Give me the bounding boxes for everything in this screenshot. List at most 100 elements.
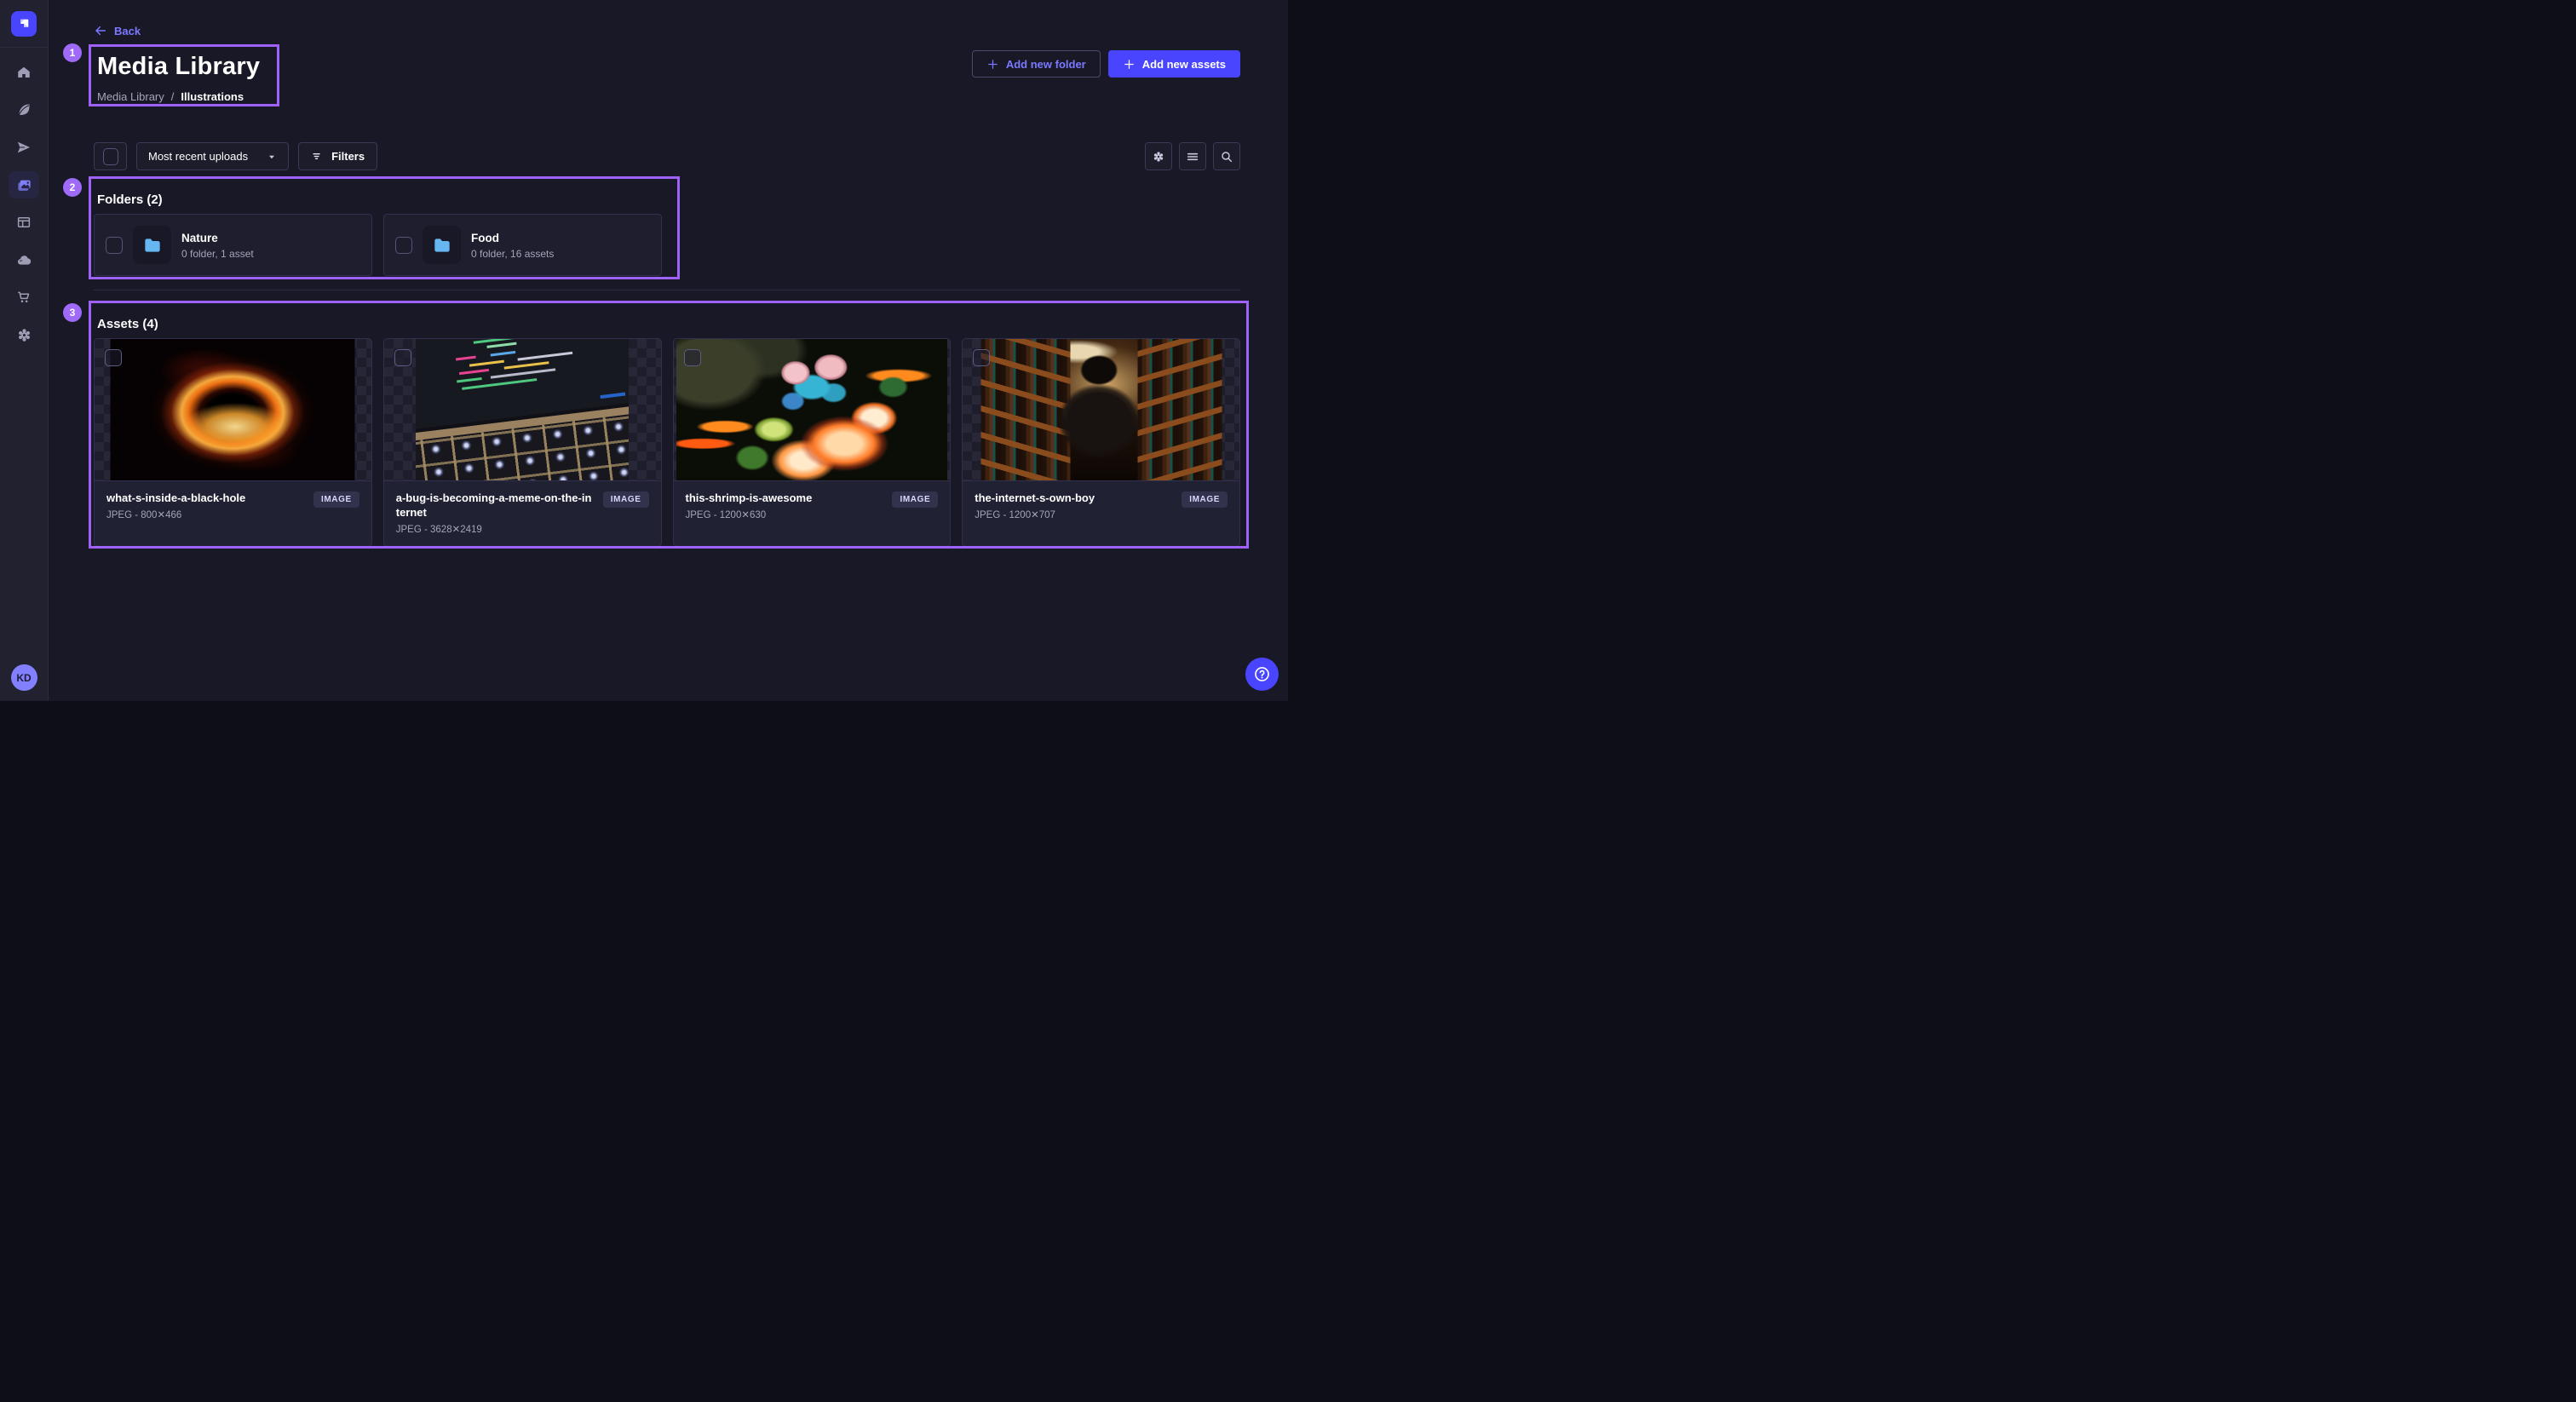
gear-icon — [16, 327, 32, 343]
folder-card-food[interactable]: Food 0 folder, 16 assets — [383, 214, 662, 276]
folder-meta: 0 folder, 1 asset — [181, 248, 254, 260]
asset-checkbox[interactable] — [105, 349, 122, 366]
list-view-button[interactable] — [1179, 142, 1206, 170]
help-question-icon — [1253, 665, 1271, 683]
gear-icon — [1152, 150, 1165, 164]
asset-type-badge: IMAGE — [1182, 491, 1228, 508]
filters-button[interactable]: Filters — [298, 142, 377, 170]
asset-thumbnail-area — [95, 339, 371, 481]
add-new-assets-label: Add new assets — [1142, 58, 1226, 71]
folders-heading: Folders (2) — [97, 192, 1240, 207]
breadcrumb-separator: / — [171, 90, 175, 103]
help-button[interactable] — [1245, 658, 1279, 691]
sidebar-item-content-manager[interactable] — [9, 96, 39, 124]
asset-footer: this-shrimp-is-awesome JPEG - 1200✕630 I… — [674, 481, 951, 546]
add-new-assets-button[interactable]: Add new assets — [1108, 50, 1240, 78]
media-library-icon — [16, 177, 32, 193]
asset-footer: the-internet-s-own-boy JPEG - 1200✕707 I… — [963, 481, 1239, 546]
strapi-logo-icon — [16, 16, 32, 32]
folder-checkbox[interactable] — [395, 237, 412, 254]
asset-title: this-shrimp-is-awesome — [686, 491, 884, 505]
folder-checkbox[interactable] — [106, 237, 123, 254]
mantis-shrimp-photo — [676, 339, 947, 480]
asset-thumbnail-area — [963, 339, 1239, 481]
asset-card-black-hole[interactable]: what-s-inside-a-black-hole JPEG - 800✕46… — [94, 338, 372, 547]
asset-title: what-s-inside-a-black-hole — [106, 491, 305, 505]
asset-type-badge: IMAGE — [313, 491, 359, 508]
assets-grid: what-s-inside-a-black-hole JPEG - 800✕46… — [94, 338, 1240, 547]
asset-type-badge: IMAGE — [603, 491, 649, 508]
select-all-button[interactable] — [94, 142, 127, 170]
asset-card-internets-own-boy[interactable]: the-internet-s-own-boy JPEG - 1200✕707 I… — [962, 338, 1240, 547]
sidebar-item-releases[interactable] — [9, 134, 39, 161]
filters-label: Filters — [331, 150, 365, 163]
workspace-logo-wrap — [0, 0, 48, 48]
folders-section: Folders (2) Nature 0 folder, 1 asset Foo… — [94, 192, 1240, 276]
home-icon — [16, 65, 32, 80]
folder-meta: 0 folder, 16 assets — [471, 248, 554, 260]
breadcrumb: Media Library / Illustrations — [97, 89, 1240, 103]
asset-card-bug-meme[interactable]: a-bug-is-becoming-a-meme-on-the-internet… — [383, 338, 662, 547]
folders-grid: Nature 0 folder, 1 asset Food 0 folder, … — [94, 214, 1240, 276]
asset-meta: JPEG - 1200✕707 — [975, 509, 1173, 520]
back-link[interactable]: Back — [94, 23, 141, 38]
cart-icon — [16, 290, 32, 305]
library-person-art — [980, 339, 1222, 480]
assets-section: Assets (4) what-s-inside-a-black-hole JP… — [94, 317, 1240, 547]
user-avatar[interactable]: KD — [11, 664, 37, 691]
header-actions: Add new folder Add new assets — [972, 50, 1240, 78]
folder-icon-box — [133, 226, 171, 264]
sort-value: Most recent uploads — [148, 150, 248, 163]
search-icon — [1220, 150, 1233, 164]
black-hole-photo — [111, 339, 355, 480]
asset-type-badge: IMAGE — [892, 491, 938, 508]
sidebar-item-home[interactable] — [9, 59, 39, 86]
asset-meta: JPEG - 3628✕2419 — [396, 523, 595, 535]
asset-checkbox[interactable] — [684, 349, 701, 366]
breadcrumb-parent[interactable]: Media Library — [97, 90, 164, 103]
sidebar-nav — [9, 59, 39, 348]
sidebar-item-settings[interactable] — [9, 321, 39, 348]
library-portrait-photo — [980, 339, 1222, 480]
assets-heading: Assets (4) — [97, 317, 1240, 331]
folder-name: Nature — [181, 231, 254, 245]
asset-checkbox[interactable] — [973, 349, 990, 366]
asset-thumbnail-area — [384, 339, 661, 481]
search-button[interactable] — [1213, 142, 1240, 170]
layout-icon — [16, 215, 32, 230]
breadcrumb-current: Illustrations — [181, 90, 244, 103]
back-arrow-icon — [94, 24, 107, 37]
asset-card-shrimp[interactable]: this-shrimp-is-awesome JPEG - 1200✕630 I… — [673, 338, 952, 547]
add-new-folder-button[interactable]: Add new folder — [972, 50, 1101, 78]
folder-icon — [141, 234, 164, 256]
sidebar-item-cloud[interactable] — [9, 246, 39, 273]
cloud-icon — [16, 252, 32, 268]
folder-icon — [431, 234, 453, 256]
folder-card-nature[interactable]: Nature 0 folder, 1 asset — [94, 214, 372, 276]
sidebar-item-media-library[interactable] — [9, 171, 39, 198]
asset-title: the-internet-s-own-boy — [975, 491, 1173, 505]
media-settings-button[interactable] — [1145, 142, 1172, 170]
sidebar-item-marketplace[interactable] — [9, 284, 39, 311]
sidebar-item-content-type-builder[interactable] — [9, 209, 39, 236]
asset-footer: a-bug-is-becoming-a-meme-on-the-internet… — [384, 481, 661, 546]
main-content: Back Media Library Media Library / Illus… — [49, 0, 1288, 701]
plus-icon — [1123, 58, 1136, 71]
filter-icon — [311, 150, 324, 163]
toolbar: Most recent uploads Filters — [94, 142, 1240, 170]
sidebar: KD — [0, 0, 49, 701]
asset-title: a-bug-is-becoming-a-meme-on-the-internet — [396, 491, 595, 520]
folder-name: Food — [471, 231, 554, 245]
asset-meta: JPEG - 1200✕630 — [686, 509, 884, 520]
strapi-logo — [11, 11, 37, 37]
sort-dropdown[interactable]: Most recent uploads — [136, 142, 289, 170]
paper-plane-icon — [16, 140, 32, 155]
view-options — [1145, 142, 1240, 170]
folder-icon-box — [423, 226, 461, 264]
asset-meta: JPEG - 800✕466 — [106, 509, 305, 520]
laptop-code-photo — [416, 339, 629, 480]
select-all-checkbox[interactable] — [103, 148, 118, 165]
plus-icon — [986, 58, 999, 71]
asset-checkbox[interactable] — [394, 349, 411, 366]
asset-thumbnail-area — [674, 339, 951, 481]
